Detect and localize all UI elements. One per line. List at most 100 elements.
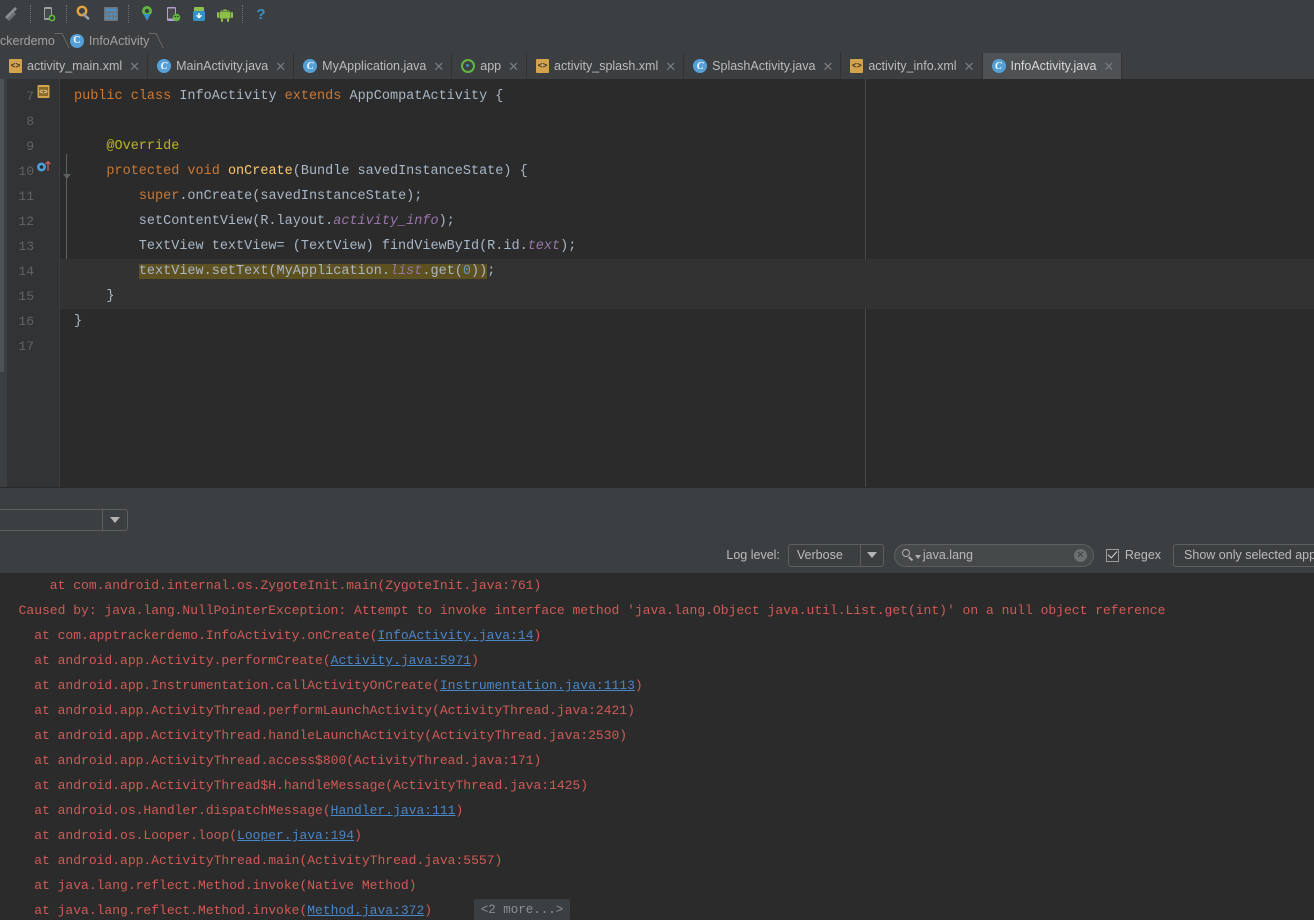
xml-file-icon	[850, 59, 863, 73]
android-device-icon[interactable]	[212, 1, 238, 27]
sdk-download-icon[interactable]	[186, 1, 212, 27]
editor-gutter[interactable]: <> 7891011121314151617	[7, 79, 60, 487]
search-icon	[902, 549, 914, 561]
logcat-line: at android.app.ActivityThread.handleLaun…	[0, 723, 1314, 748]
logcat-search-field[interactable]: java.lang ✕	[894, 544, 1094, 567]
logcat-filter-bar: Log level: Verbose java.lang ✕ Regex Sho…	[0, 537, 1314, 573]
toolbar-separator-1	[30, 5, 32, 23]
logcat-text: at java.lang.reflect.Method.invoke(	[3, 903, 307, 918]
editor-logcat-splitter[interactable]	[0, 487, 1314, 502]
tab-activity-main-xml[interactable]: activity_main.xml ✕	[0, 53, 148, 79]
code-line[interactable]: super.onCreate(savedInstanceState);	[74, 184, 422, 209]
breadcrumb-item-class[interactable]: C InfoActivity	[70, 28, 149, 53]
logcat-source-link[interactable]: Activity.java:5971	[331, 653, 471, 668]
code-line[interactable]: setContentView(R.layout.activity_info);	[74, 209, 455, 234]
logcat-line: at com.android.internal.os.ZygoteInit.ma…	[0, 573, 1314, 598]
close-icon[interactable]: ✕	[1103, 60, 1114, 73]
code-line[interactable]: }	[74, 284, 115, 309]
close-icon[interactable]: ✕	[275, 60, 286, 73]
tab-label: app	[480, 59, 501, 73]
logcat-line: at android.os.Handler.dispatchMessage(Ha…	[0, 798, 1314, 823]
close-icon[interactable]: ✕	[129, 60, 140, 73]
code-line[interactable]: TextView textView= (TextView) findViewBy…	[74, 234, 576, 259]
log-level-select[interactable]: Verbose	[788, 544, 884, 567]
code-token: ))	[471, 264, 487, 279]
logcat-text: )	[354, 828, 362, 843]
close-icon[interactable]: ✕	[964, 60, 975, 73]
java-class-icon: C	[157, 59, 171, 73]
tab-label: InfoActivity.java	[1011, 59, 1097, 73]
logcat-source-link[interactable]: Instrumentation.java:1113	[440, 678, 635, 693]
tab-splashactivity-java[interactable]: C SplashActivity.java ✕	[684, 53, 841, 79]
bookmark-xml-icon[interactable]: <>	[36, 84, 51, 99]
logcat-source-link[interactable]: Handler.java:111	[331, 803, 456, 818]
tab-activity-splash-xml[interactable]: activity_splash.xml ✕	[527, 53, 684, 79]
clear-search-icon[interactable]: ✕	[1074, 549, 1087, 562]
code-line[interactable]: protected void onCreate(Bundle savedInst…	[74, 159, 528, 184]
line-number: 11	[6, 184, 34, 209]
line-number: 10	[6, 159, 34, 184]
code-token: );	[560, 239, 576, 254]
avd-manager-icon[interactable]	[36, 1, 62, 27]
logcat-line: Caused by: java.lang.NullPointerExceptio…	[0, 598, 1314, 623]
java-class-icon: C	[693, 59, 707, 73]
logcat-source-link[interactable]: InfoActivity.java:14	[377, 628, 533, 643]
sdk-tools-wrench-icon[interactable]	[72, 1, 98, 27]
code-line[interactable]: }	[74, 309, 82, 334]
logcat-source-link[interactable]: Looper.java:194	[237, 828, 354, 843]
sdk-manager-icon[interactable]	[0, 1, 26, 27]
java-class-icon: C	[992, 59, 1006, 73]
logcat-source-link[interactable]: Method.java:372	[307, 903, 424, 918]
show-more-stacktrace-button[interactable]: <2 more...>	[474, 899, 570, 920]
regex-checkbox[interactable]	[1106, 549, 1119, 562]
process-selector[interactable]: p (28245)	[0, 509, 128, 531]
main-toolbar: ?	[0, 0, 1314, 28]
close-icon[interactable]: ✕	[665, 60, 676, 73]
tab-activity-info-xml[interactable]: activity_info.xml ✕	[841, 53, 982, 79]
code-token: textView.setText(MyApplication.	[139, 264, 390, 279]
fold-collapse-arrow-icon[interactable]	[63, 174, 71, 179]
code-token: protected void	[106, 164, 228, 179]
code-token: @Override	[74, 139, 179, 154]
tab-mainactivity-java[interactable]: C MainActivity.java ✕	[148, 53, 294, 79]
tab-label: activity_info.xml	[868, 59, 956, 73]
android-studio-window: ? ckerdemo C InfoActivity activity_main.…	[0, 0, 1314, 920]
editor-scroll-thumb[interactable]	[0, 79, 4, 372]
android-monitor-icon[interactable]	[134, 1, 160, 27]
code-token: activity_info	[333, 214, 438, 229]
tab-app-module[interactable]: app ✕	[452, 53, 527, 79]
search-options-chevron-icon[interactable]	[915, 555, 921, 559]
logcat-text: )	[471, 653, 479, 668]
code-line[interactable]: @Override	[74, 134, 179, 159]
code-token: }	[74, 314, 82, 329]
breadcrumb-item-project[interactable]: ckerdemo	[0, 28, 55, 53]
regex-checkbox-group[interactable]: Regex	[1106, 548, 1161, 562]
line-number: 15	[6, 284, 34, 309]
logcat-output[interactable]: at com.android.internal.os.ZygoteInit.ma…	[0, 573, 1314, 920]
code-line[interactable]: textView.setText(MyApplication.list.get(…	[74, 259, 495, 284]
device-file-explorer-icon[interactable]	[160, 1, 186, 27]
code-text-area[interactable]: public class InfoActivity extends AppCom…	[60, 79, 1314, 487]
override-method-marker-icon[interactable]	[36, 159, 54, 174]
show-only-selected-app-button[interactable]: Show only selected application	[1173, 544, 1314, 567]
breadcrumb-separator-icon	[152, 28, 161, 53]
layout-inspector-icon[interactable]	[98, 1, 124, 27]
logcat-text: at android.app.ActivityThread.handleLaun…	[3, 728, 627, 743]
toolbar-separator-2	[66, 5, 68, 23]
close-icon[interactable]: ✕	[822, 60, 833, 73]
code-editor[interactable]: <> 7891011121314151617 public class Info…	[0, 79, 1314, 487]
tab-myapplication-java[interactable]: C MyApplication.java ✕	[294, 53, 452, 79]
line-number: 8	[6, 109, 34, 134]
line-number: 14	[6, 259, 34, 284]
code-line[interactable]: public class InfoActivity extends AppCom…	[74, 84, 503, 109]
close-icon[interactable]: ✕	[433, 60, 444, 73]
chevron-down-icon[interactable]	[860, 545, 883, 566]
tab-infoactivity-java[interactable]: C InfoActivity.java ✕	[983, 53, 1123, 79]
chevron-down-icon[interactable]	[102, 510, 127, 530]
close-icon[interactable]: ✕	[508, 60, 519, 73]
logcat-line: at android.app.ActivityThread.main(Activ…	[0, 848, 1314, 873]
logcat-device-bar: p (28245)	[0, 501, 1314, 537]
code-token: (Bundle savedInstanceState) {	[293, 164, 528, 179]
help-icon[interactable]: ?	[248, 1, 274, 27]
breadcrumb: ckerdemo C InfoActivity	[0, 28, 1314, 54]
